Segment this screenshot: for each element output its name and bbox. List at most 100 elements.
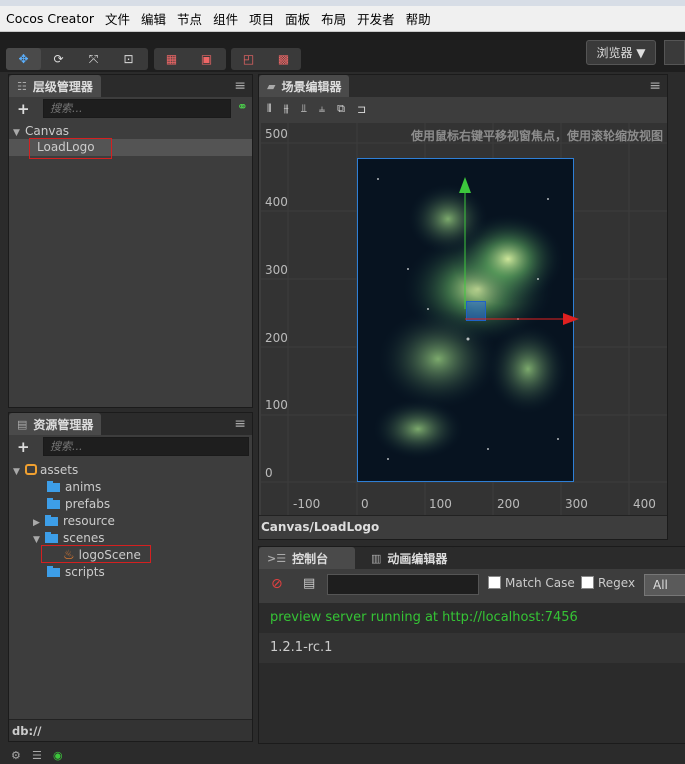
menu-help[interactable]: 帮助 <box>406 9 431 28</box>
log-line: preview server running at http://localho… <box>259 603 685 633</box>
prefabs-label: prefabs <box>65 497 111 511</box>
align-left-icon[interactable]: ⫴ <box>267 102 272 116</box>
menu-project[interactable]: 项目 <box>249 9 274 28</box>
scripts-label: scripts <box>65 565 105 579</box>
align-bottom-icon[interactable]: ⫫ <box>301 102 307 116</box>
tree-item-anims[interactable]: anims <box>47 479 101 496</box>
snap-tools: ◰ ▩ <box>231 48 301 70</box>
assets-label: assets <box>40 463 79 477</box>
rect-tool-icon[interactable]: ⊡ <box>111 48 146 70</box>
scene-viewport[interactable]: 使用鼠标右键平移视窗焦点，使用滚轮缩放视图 500 400 300 200 10… <box>261 123 667 517</box>
align-right-icon[interactable]: ⊐ <box>357 103 366 116</box>
menu-developer[interactable]: 开发者 <box>357 9 395 28</box>
expand-caret-icon[interactable]: ▼ <box>13 464 25 481</box>
browser-select[interactable]: 浏览器 ▼ <box>586 40 656 65</box>
folder-icon <box>47 481 60 492</box>
align-top-icon[interactable]: ⫨ <box>319 102 325 116</box>
x-label: 0 <box>361 497 369 511</box>
folder-icon <box>45 515 58 526</box>
y-label: 300 <box>265 263 288 277</box>
align-toolbar: ⫴ ⫵ ⫫ ⫨ ⧉ ⊐ <box>259 97 667 121</box>
eye-icon[interactable]: ◉ <box>53 749 63 762</box>
pivot-tools: ▦ ▣ <box>154 48 226 70</box>
highlight-box <box>41 545 151 563</box>
tree-item-scripts[interactable]: scripts <box>47 564 105 581</box>
scene-icon: ▰ <box>267 79 276 93</box>
node-anchor[interactable] <box>466 301 486 321</box>
match-case-label: Match Case <box>505 576 575 590</box>
assets-tabbar: ▤ 资源管理器 ≡ <box>9 413 252 435</box>
settings-icon[interactable]: ⚙ <box>11 749 21 762</box>
menu-panel[interactable]: 面板 <box>285 9 310 28</box>
folder-icon <box>45 532 58 543</box>
tree-item-resource[interactable]: ▶ resource <box>33 513 115 530</box>
scale-tool-icon[interactable]: ⤧ <box>76 48 111 70</box>
database-icon[interactable]: ☰ <box>32 749 42 762</box>
transform-tools: ✥ ⟳ ⤧ ⊡ <box>6 48 148 70</box>
scenes-label: scenes <box>63 531 105 545</box>
tree-item-assets[interactable]: ▼ assets <box>13 462 78 479</box>
align-center-v-icon[interactable]: ⧉ <box>337 102 345 116</box>
x-label: -100 <box>293 497 321 511</box>
y-label: 200 <box>265 331 288 345</box>
assets-search-input[interactable]: 搜索... <box>43 437 249 456</box>
scene-panel: ▰ 场景编辑器 ≡ ⫴ ⫵ ⫫ ⫨ ⧉ ⊐ 使用鼠标右键平移视窗焦点，使用滚轮缩放… <box>258 74 668 540</box>
assets-panel: ▤ 资源管理器 ≡ + 搜索... ▼ assets anims prefabs ▶… <box>8 412 253 742</box>
local-global-icon[interactable]: ▣ <box>189 48 224 70</box>
menu-component[interactable]: 组件 <box>213 9 238 28</box>
menubar: Cocos Creator 文件 编辑 节点 组件 项目 面板 布局 开发者 帮… <box>0 6 685 32</box>
main-toolbar: ✥ ⟳ ⤧ ⊡ ▦ ▣ ◰ ▩ 浏览器 ▼ <box>0 32 685 72</box>
animation-icon: ▥ <box>371 551 382 565</box>
scene-title: 场景编辑器 <box>281 79 342 94</box>
menu-edit[interactable]: 编辑 <box>141 9 166 28</box>
hierarchy-icon: ☷ <box>17 79 27 93</box>
assets-tab[interactable]: ▤ 资源管理器 <box>9 413 102 435</box>
panel-menu-icon[interactable]: ≡ <box>649 78 661 94</box>
link-icon[interactable]: ⚭ <box>237 100 248 115</box>
resource-label: resource <box>63 514 115 528</box>
preview-icon[interactable]: ▩ <box>266 48 301 70</box>
loadlogo-sprite[interactable] <box>357 158 574 482</box>
match-case-toggle[interactable]: Match Case <box>488 576 575 590</box>
open-log-icon[interactable]: ▤ <box>303 576 315 591</box>
panel-menu-icon[interactable]: ≡ <box>234 416 246 432</box>
menu-file[interactable]: 文件 <box>105 9 130 28</box>
tree-item-prefabs[interactable]: prefabs <box>47 496 110 513</box>
console-filter-input[interactable] <box>327 574 479 595</box>
folder-icon <box>47 498 60 509</box>
panel-menu-icon[interactable]: ≡ <box>234 78 246 94</box>
clear-icon[interactable]: ⊘ <box>271 576 283 592</box>
menu-layout[interactable]: 布局 <box>321 9 346 28</box>
regex-toggle[interactable]: Regex <box>581 576 635 590</box>
console-panel: >☰ 控制台 ▥ 动画编辑器 ⊘ ▤ Match Case Regex All pr… <box>258 546 685 744</box>
regex-checkbox[interactable] <box>581 576 594 589</box>
scene-tabbar: ▰ 场景编辑器 ≡ <box>259 75 667 97</box>
log-level-select[interactable]: All <box>644 574 685 596</box>
console-toolbar: ⊘ ▤ Match Case Regex All <box>259 569 685 601</box>
hierarchy-searchbar: + 搜索... ⚭ <box>9 97 252 121</box>
hierarchy-search-input[interactable]: 搜索... <box>43 99 231 118</box>
move-tool-icon[interactable]: ✥ <box>6 48 41 70</box>
console-log: preview server running at http://localho… <box>259 603 685 743</box>
animation-tab[interactable]: ▥ 动画编辑器 <box>363 547 456 569</box>
x-label: 100 <box>429 497 452 511</box>
menu-app[interactable]: Cocos Creator <box>6 11 94 26</box>
console-tab[interactable]: >☰ 控制台 <box>259 547 355 569</box>
rotate-tool-icon[interactable]: ⟳ <box>41 48 76 70</box>
menu-node[interactable]: 节点 <box>177 9 202 28</box>
console-icon: >☰ <box>267 551 287 565</box>
play-button[interactable] <box>664 40 685 65</box>
pivot-icon[interactable]: ▦ <box>154 48 189 70</box>
align-center-h-icon[interactable]: ⫵ <box>284 102 289 116</box>
anims-label: anims <box>65 480 102 494</box>
add-asset-icon[interactable]: + <box>17 438 30 456</box>
scene-tab[interactable]: ▰ 场景编辑器 <box>259 75 350 97</box>
folder-icon <box>47 566 60 577</box>
snap-icon[interactable]: ◰ <box>231 48 266 70</box>
match-case-checkbox[interactable] <box>488 576 501 589</box>
add-node-icon[interactable]: + <box>17 100 30 118</box>
animation-title: 动画编辑器 <box>387 551 448 566</box>
hierarchy-tab[interactable]: ☷ 层级管理器 <box>9 75 101 97</box>
db-icon <box>25 464 37 475</box>
assets-searchbar: + 搜索... <box>9 435 252 459</box>
